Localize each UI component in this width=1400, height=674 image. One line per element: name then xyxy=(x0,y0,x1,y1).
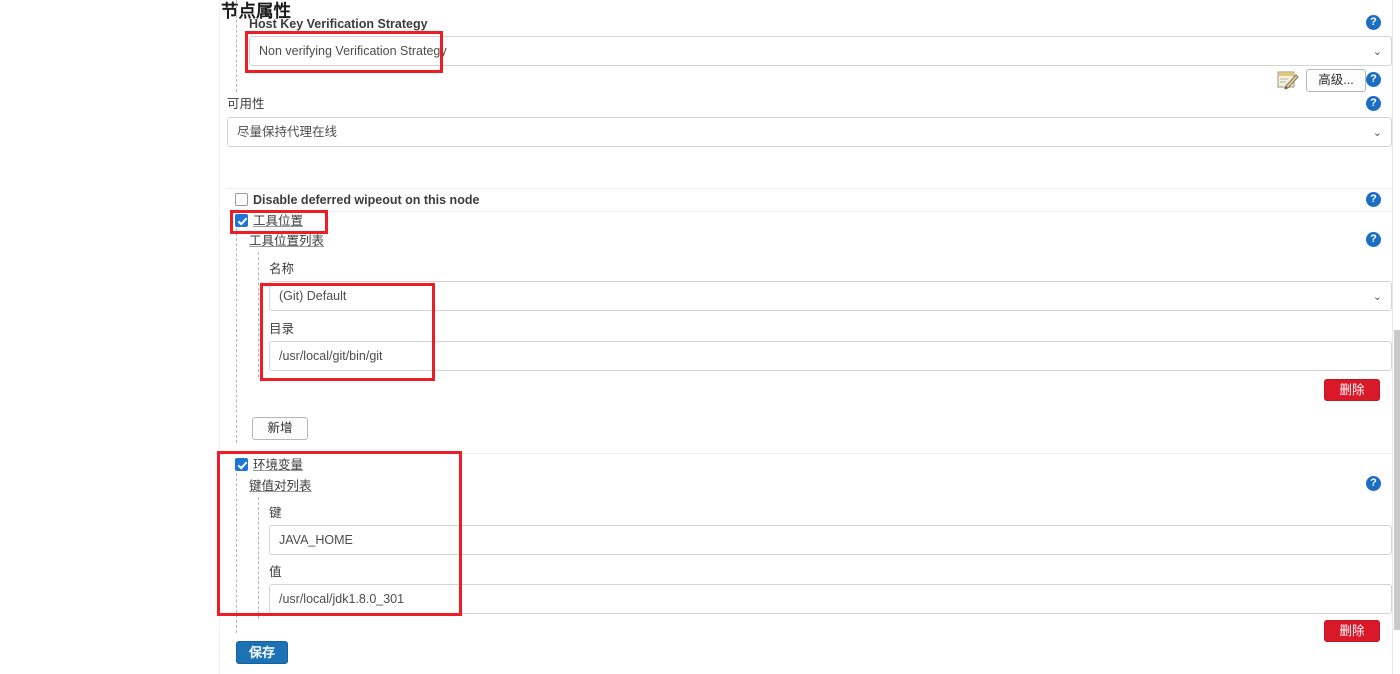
host-key-strategy-select[interactable]: Non verifying Verification Strategy ⌄ xyxy=(249,36,1392,66)
availability-value: 尽量保持代理在线 xyxy=(237,125,338,139)
tool-locations-checkbox[interactable] xyxy=(235,214,248,227)
edit-note-icon-svg xyxy=(1277,71,1299,90)
tool-name-select[interactable]: (Git) Default ⌄ xyxy=(269,281,1392,311)
chevron-down-icon: ⌄ xyxy=(1372,291,1382,303)
help-icon-advanced[interactable]: ? xyxy=(1366,72,1381,87)
availability-label: 可用性 xyxy=(227,97,265,111)
scrollbar-thumb[interactable] xyxy=(1394,330,1400,630)
tool-dir-value: /usr/local/git/bin/git xyxy=(279,349,383,363)
dashed-guide-env xyxy=(236,473,237,633)
edit-note-icon[interactable] xyxy=(1277,70,1299,90)
tool-dir-label: 目录 xyxy=(269,322,295,336)
tool-delete-button[interactable]: 删除 xyxy=(1324,379,1380,401)
dashed-guide-top xyxy=(236,0,237,92)
advanced-button[interactable]: 高级... xyxy=(1306,69,1366,92)
tool-name-value: (Git) Default xyxy=(279,289,347,303)
host-key-strategy-label: Host Key Verification Strategy xyxy=(249,17,428,31)
env-value-input[interactable]: /usr/local/jdk1.8.0_301 xyxy=(269,584,1392,614)
host-key-strategy-value: Non verifying Verification Strategy xyxy=(259,44,447,58)
dashed-guide-env-inner xyxy=(258,497,259,619)
disable-wipeout-label: Disable deferred wipeout on this node xyxy=(253,193,480,207)
disable-wipeout-checkbox[interactable] xyxy=(235,193,248,206)
save-button[interactable]: 保存 xyxy=(236,641,288,664)
form-content: Host Key Verification Strategy Non verif… xyxy=(221,0,1392,674)
tool-dir-input[interactable]: /usr/local/git/bin/git xyxy=(269,341,1392,371)
divider-tools xyxy=(227,453,1392,454)
dashed-guide-tools-inner xyxy=(258,252,259,377)
tool-name-label: 名称 xyxy=(269,262,295,276)
help-icon-disable-wipeout[interactable]: ? xyxy=(1366,192,1381,207)
env-delete-button[interactable]: 删除 xyxy=(1324,620,1380,642)
help-icon-availability[interactable]: ? xyxy=(1366,96,1381,111)
help-icon-env-vars[interactable]: ? xyxy=(1366,476,1381,491)
env-key-label: 键 xyxy=(269,506,282,520)
divider-under-heading xyxy=(227,188,1392,189)
chevron-down-icon: ⌄ xyxy=(1372,46,1382,58)
page-scrollbar[interactable] xyxy=(1392,0,1400,674)
env-value-label: 值 xyxy=(269,565,282,579)
left-gutter xyxy=(0,0,220,674)
env-vars-checkbox[interactable] xyxy=(235,458,248,471)
divider-wipeout xyxy=(227,211,1392,212)
tool-locations-label: 工具位置 xyxy=(253,214,304,228)
dashed-guide-tools xyxy=(236,228,237,443)
node-config-page: Host Key Verification Strategy Non verif… xyxy=(0,0,1400,674)
help-icon-host-key[interactable]: ? xyxy=(1366,15,1381,30)
env-vars-list-label: 键值对列表 xyxy=(249,479,312,493)
env-vars-label: 环境变量 xyxy=(253,458,304,472)
help-icon-tool-locations[interactable]: ? xyxy=(1366,232,1381,247)
env-key-input[interactable]: JAVA_HOME xyxy=(269,525,1392,555)
env-value-value: /usr/local/jdk1.8.0_301 xyxy=(279,592,405,606)
availability-select[interactable]: 尽量保持代理在线 ⌄ xyxy=(227,117,1392,147)
tool-locations-list-label: 工具位置列表 xyxy=(249,234,325,248)
chevron-down-icon: ⌄ xyxy=(1372,127,1382,139)
tool-add-button[interactable]: 新增 xyxy=(252,417,308,440)
env-key-value: JAVA_HOME xyxy=(279,533,353,547)
